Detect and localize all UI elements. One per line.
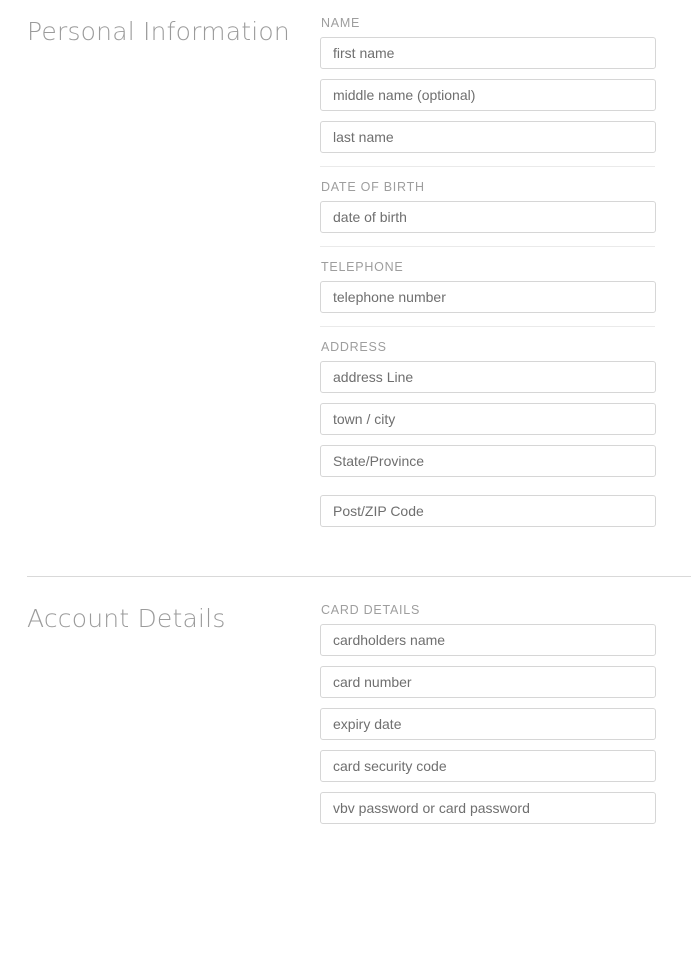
last-name-input[interactable] [320, 121, 656, 153]
section-fields-column: NAME DATE OF BIRTH TELEPHONE ADDRESS [320, 0, 691, 540]
registration-form-page: Personal Information NAME DATE OF BIRTH … [0, 0, 691, 967]
expiry-date-input[interactable] [320, 708, 656, 740]
field-group-name: NAME [320, 0, 656, 166]
section-title-column: Personal Information [0, 0, 320, 46]
group-label-name: NAME [321, 16, 361, 30]
section-personal-information: Personal Information NAME DATE OF BIRTH … [0, 0, 691, 576]
field-group-card-details: CARD DETAILS [320, 587, 656, 837]
field-group-address: ADDRESS [320, 326, 656, 540]
address-line-input[interactable] [320, 361, 656, 393]
field-group-telephone: TELEPHONE [320, 246, 656, 326]
post-zip-code-input[interactable] [320, 495, 656, 527]
page-title: Personal Information [27, 17, 290, 46]
first-name-input[interactable] [320, 37, 656, 69]
group-label-date-of-birth: DATE OF BIRTH [321, 180, 425, 194]
card-number-input[interactable] [320, 666, 656, 698]
field-group-date-of-birth: DATE OF BIRTH [320, 166, 656, 246]
group-label-telephone: TELEPHONE [321, 260, 404, 274]
section-title-column: Account Details [0, 587, 320, 633]
cardholders-name-input[interactable] [320, 624, 656, 656]
group-label-card-details: CARD DETAILS [321, 603, 421, 617]
card-security-code-input[interactable] [320, 750, 656, 782]
middle-name-input[interactable] [320, 79, 656, 111]
town-city-input[interactable] [320, 403, 656, 435]
state-province-input[interactable] [320, 445, 656, 477]
section-title-account-details: Account Details [27, 604, 226, 633]
vbv-password-input[interactable] [320, 792, 656, 824]
section-fields-column: CARD DETAILS [320, 587, 691, 837]
section-account-details: Account Details CARD DETAILS [0, 577, 691, 837]
group-label-address: ADDRESS [321, 340, 387, 354]
telephone-number-input[interactable] [320, 281, 656, 313]
date-of-birth-input[interactable] [320, 201, 656, 233]
